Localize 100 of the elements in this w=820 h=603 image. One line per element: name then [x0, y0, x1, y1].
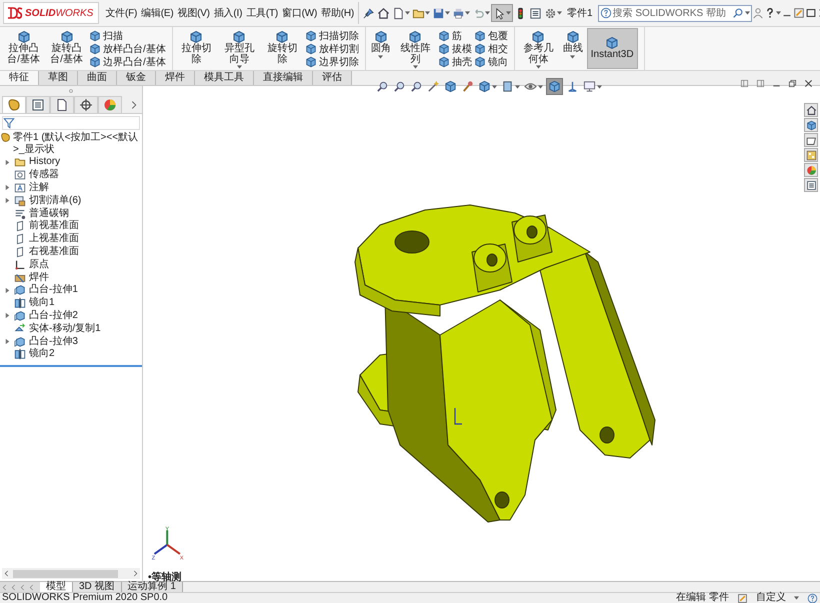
- tablet-icon[interactable]: [737, 592, 748, 603]
- ribbon-button[interactable]: 放样切割: [304, 42, 359, 55]
- command-tab[interactable]: 特征: [0, 71, 39, 85]
- command-tab[interactable]: 焊件: [156, 71, 195, 85]
- caret-icon: [744, 11, 750, 15]
- tablet-icon[interactable]: [792, 7, 805, 19]
- panel-tab[interactable]: [50, 96, 74, 113]
- task-pane-button[interactable]: [804, 148, 818, 162]
- panel-tab[interactable]: [2, 96, 26, 113]
- menu-item[interactable]: 文件(F): [103, 4, 140, 22]
- panel-tab[interactable]: [26, 96, 50, 113]
- cube-icon: [566, 30, 580, 44]
- bottom-tab[interactable]: 模型: [40, 582, 73, 592]
- ribbon-button[interactable]: 异型孔向导: [218, 28, 260, 69]
- tree-item[interactable]: 凸台-拉伸2: [0, 310, 142, 322]
- expand-arrow-icon[interactable]: [4, 197, 11, 204]
- tree-item[interactable]: 切割清单(6): [0, 194, 142, 208]
- view-toolbar-button[interactable]: [392, 79, 407, 94]
- ribbon-button[interactable]: 扫描: [89, 29, 166, 42]
- tree-item[interactable]: 注解: [0, 182, 142, 194]
- cube-icon: [89, 42, 101, 54]
- ribbon-button[interactable]: 圆角: [368, 28, 393, 69]
- view-toolbar-button[interactable]: [426, 79, 441, 94]
- ribbon-button[interactable]: 旋转凸台/基体: [46, 28, 87, 69]
- command-tab[interactable]: 模具工具: [195, 71, 254, 85]
- view-toolbar-button[interactable]: [582, 79, 603, 94]
- help-circle-icon[interactable]: [807, 592, 818, 603]
- maximize-icon[interactable]: [804, 7, 817, 19]
- menu-item[interactable]: 视图(V): [175, 4, 212, 22]
- tree-item[interactable]: History: [0, 156, 142, 169]
- ribbon-button[interactable]: 拔模: [438, 42, 472, 55]
- expand-arrow-icon[interactable]: [4, 312, 11, 320]
- tree-item[interactable]: 凸台-拉伸3: [0, 335, 142, 348]
- ribbon-button[interactable]: 镜向: [474, 55, 508, 68]
- menu-item[interactable]: 编辑(E): [139, 4, 176, 22]
- toolbar-button[interactable]: [491, 4, 514, 22]
- ribbon-button[interactable]: 抽壳: [438, 55, 472, 68]
- task-pane-button[interactable]: [804, 178, 818, 192]
- menu-item[interactable]: 窗口(W): [280, 4, 320, 22]
- tree-item[interactable]: 镜向1: [0, 296, 142, 310]
- tree-item[interactable]: 前视基准面: [0, 220, 142, 233]
- restore-icon[interactable]: [787, 78, 798, 89]
- logo-icon: [7, 6, 23, 20]
- tree-item[interactable]: 右视基准面: [0, 246, 142, 258]
- logo[interactable]: SOLIDWORKS: [3, 2, 100, 24]
- task-pane-button[interactable]: [804, 133, 818, 147]
- tree-item[interactable]: 普通碳钢: [0, 207, 142, 220]
- tree-item[interactable]: 凸台-拉伸1: [0, 284, 142, 297]
- bottom-tab[interactable]: 运动算例 1: [122, 582, 183, 592]
- menu-item[interactable]: 插入(I): [212, 4, 244, 22]
- ribbon-button[interactable]: Instant3D: [586, 28, 638, 69]
- view-toolbar-button[interactable]: [443, 79, 458, 94]
- expand-arrow-icon[interactable]: [4, 158, 11, 166]
- part-icon[interactable]: [0, 132, 11, 143]
- tree-root[interactable]: 零件1 (默认<按加工><<默认>_显示状: [13, 132, 140, 156]
- horizontal-scrollbar[interactable]: [2, 568, 140, 579]
- ribbon-button[interactable]: 边界切除: [304, 55, 359, 68]
- expand-arrow-icon[interactable]: [4, 286, 11, 294]
- menu-item[interactable]: 帮助(H): [319, 4, 356, 22]
- menu-item[interactable]: 工具(T): [244, 4, 280, 22]
- search-field[interactable]: 搜索 SOLIDWORKS 帮助: [598, 4, 752, 22]
- pane-right-icon[interactable]: [755, 78, 766, 89]
- ribbon-button[interactable]: 放样凸台/基体: [89, 42, 166, 55]
- task-pane-button[interactable]: [804, 103, 818, 117]
- ribbon-button[interactable]: 相交: [474, 42, 508, 55]
- command-tab[interactable]: 钣金: [117, 71, 156, 85]
- tree-item[interactable]: 实体-移动/复制1: [0, 322, 142, 336]
- tree-item[interactable]: 原点: [0, 258, 142, 272]
- ribbon-button[interactable]: 线性阵列: [394, 28, 436, 69]
- ribbon-button[interactable]: 扫描切除: [304, 29, 359, 42]
- tree-item[interactable]: 上视基准面: [0, 232, 142, 246]
- view-toolbar-button[interactable]: [409, 79, 424, 94]
- material-icon: [14, 208, 26, 220]
- expand-arrow-icon[interactable]: [4, 338, 11, 346]
- ribbon-button[interactable]: 旋转切除: [262, 28, 303, 69]
- ribbon-button[interactable]: 筋: [438, 29, 472, 42]
- expand-arrow-icon[interactable]: [4, 184, 11, 192]
- view-toolbar-button[interactable]: [375, 79, 390, 94]
- command-tab[interactable]: 直接编辑: [254, 71, 313, 85]
- ribbon-button[interactable]: 拉伸切除: [176, 28, 217, 69]
- ribbon-button[interactable]: 曲线: [560, 28, 585, 69]
- ribbon-button[interactable]: 参考几何体: [518, 28, 559, 69]
- funnel-icon[interactable]: [3, 117, 15, 129]
- pane-left-icon[interactable]: [739, 78, 750, 89]
- bottom-tab[interactable]: 3D 视图: [73, 582, 122, 592]
- ribbon-button[interactable]: 拉伸凸台/基体: [3, 28, 44, 69]
- view-toolbar-button[interactable]: [477, 79, 498, 94]
- gear-icon: [544, 6, 558, 20]
- command-tab[interactable]: 评估: [313, 71, 352, 85]
- tree-item[interactable]: 传感器: [0, 168, 142, 182]
- list-icon: [806, 180, 816, 190]
- command-tab[interactable]: 曲面: [78, 71, 117, 85]
- ribbon-button[interactable]: 包覆: [474, 29, 508, 42]
- tree-item[interactable]: 焊件: [0, 271, 142, 284]
- task-pane-button[interactable]: [804, 118, 818, 132]
- panel-tab[interactable]: [74, 96, 98, 113]
- units-selector[interactable]: 自定义: [756, 593, 786, 603]
- tree-item[interactable]: 镜向2: [0, 348, 142, 361]
- command-tab[interactable]: 草图: [39, 71, 78, 85]
- ribbon-button[interactable]: 边界凸台/基体: [89, 55, 166, 68]
